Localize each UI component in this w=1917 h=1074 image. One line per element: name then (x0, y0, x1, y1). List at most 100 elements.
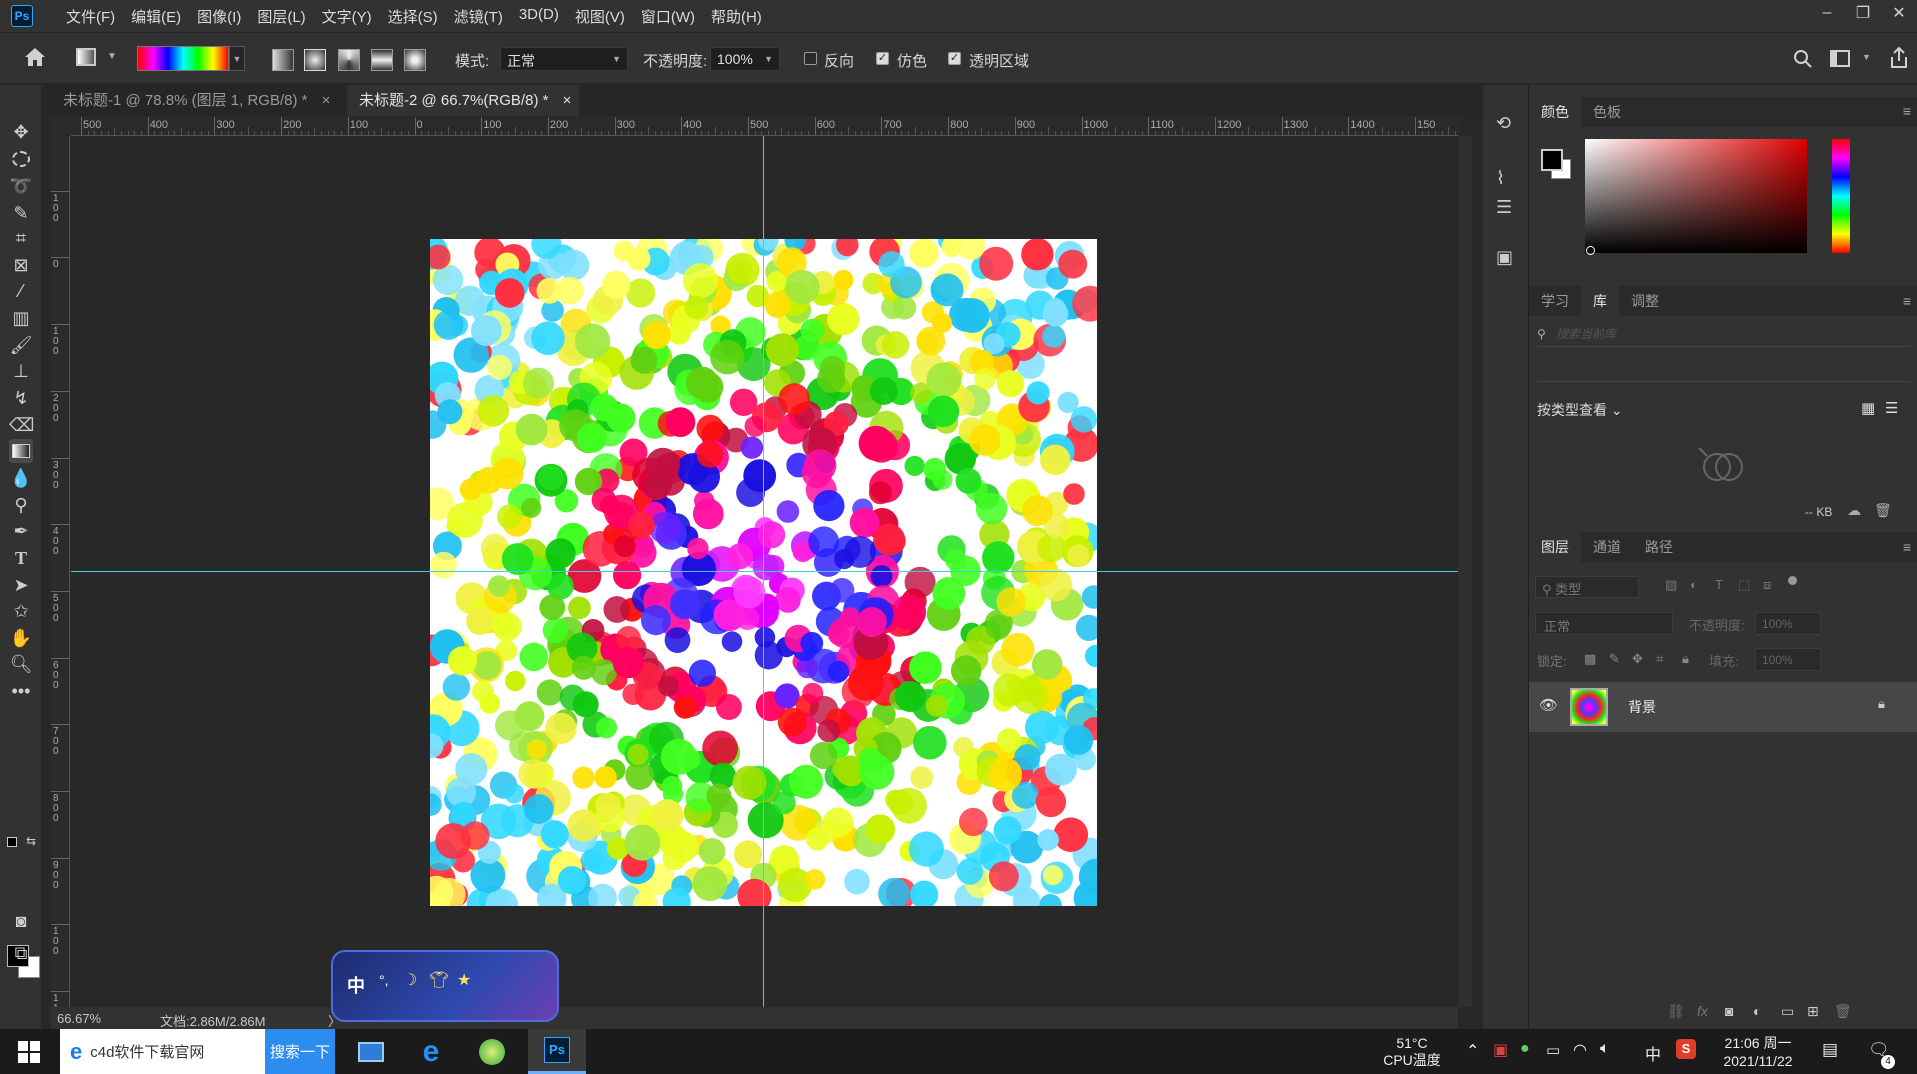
menu-image[interactable]: 图像(I) (189, 6, 249, 27)
wifi-icon[interactable]: ◠ (1573, 1040, 1587, 1060)
tab-paths[interactable]: 路径 (1633, 532, 1685, 562)
path-select-tool-icon[interactable]: ➤ (9, 573, 33, 597)
filter-pixel-icon[interactable]: ▨ (1665, 577, 1677, 593)
notes-icon[interactable]: ▤ (1822, 1040, 1838, 1060)
trash-icon[interactable]: 🗑 (1874, 502, 1892, 519)
tab-adjustments[interactable]: 调整 (1619, 286, 1671, 316)
screen-mode-icon[interactable]: ⧉ (9, 941, 33, 965)
menu-3d[interactable]: 3D(D) (511, 6, 567, 27)
tray-app-icon[interactable]: ▣ (1493, 1040, 1508, 1060)
library-select[interactable] (1537, 362, 1910, 382)
gradient-tool-icon[interactable] (9, 439, 33, 463)
search-button[interactable]: 搜索一下 (265, 1029, 335, 1074)
list-view-icon[interactable]: ☰ (1885, 399, 1898, 417)
tab-doc-2[interactable]: 未标题-2 @ 66.7%(RGB/8) * × (347, 85, 579, 116)
tab-libraries[interactable]: 库 (1581, 286, 1619, 316)
ime-toolbar[interactable]: 中 °, ☽ 👕︎ ★ (331, 950, 559, 1022)
panel-menu-icon[interactable]: ≡ (1903, 293, 1911, 309)
menu-file[interactable]: 文件(F) (58, 6, 123, 27)
quick-select-tool-icon[interactable]: ✎ (9, 201, 33, 225)
browser-search-box[interactable]: e c4d软件下载官网 (60, 1029, 265, 1074)
taskbar-app-icon[interactable] (345, 1029, 397, 1074)
filter-shape-icon[interactable]: ⬚ (1738, 577, 1750, 593)
tab-color[interactable]: 颜色 (1529, 97, 1581, 127)
lock-all-icon[interactable]: 🔒︎ (1682, 651, 1689, 667)
type-tool-icon[interactable]: T (9, 546, 33, 570)
diamond-gradient-icon[interactable] (404, 49, 426, 71)
blur-tool-icon[interactable]: 💧 (9, 466, 33, 490)
dodge-tool-icon[interactable]: ⚲ (9, 493, 33, 517)
crop-tool-icon[interactable]: ⌗ (9, 226, 33, 250)
lasso-tool-icon[interactable]: ➰ (9, 174, 33, 198)
horizontal-guide[interactable] (71, 571, 1458, 572)
opacity-input[interactable]: 100% ▼ (710, 47, 780, 71)
reverse-checkbox[interactable] (804, 52, 817, 65)
edge-icon[interactable]: e (405, 1029, 457, 1074)
workspace-icon[interactable] (1830, 50, 1850, 67)
library-search[interactable]: ⚲ 搜索当前库 (1537, 325, 1910, 347)
vertical-guide[interactable] (763, 136, 764, 1007)
angle-gradient-icon[interactable] (338, 49, 360, 71)
marquee-tool-icon[interactable] (9, 147, 33, 171)
dither-checkbox[interactable]: ✓ (876, 52, 889, 65)
stamp-tool-icon[interactable]: ⊥ (9, 359, 33, 383)
eraser-tool-icon[interactable]: ⌫ (9, 413, 34, 437)
healing-brush-tool-icon[interactable]: ▥ (9, 306, 33, 330)
layer-filter-select[interactable]: ⚲ 类型 (1535, 576, 1639, 598)
clock[interactable]: 21:06 周一 2021/11/22 (1710, 1034, 1806, 1070)
menu-view[interactable]: 视图(V) (567, 6, 633, 27)
panel-menu-icon[interactable]: ≡ (1903, 103, 1911, 119)
foreground-color-swatch[interactable] (1541, 149, 1563, 171)
panel-menu-icon[interactable]: ≡ (1903, 539, 1911, 555)
close-icon[interactable]: × (322, 92, 331, 109)
eyedropper-tool-icon[interactable]: ⁄ (9, 279, 33, 303)
filter-toggle-icon[interactable] (1788, 576, 1797, 585)
view-by-type[interactable]: 按类型查看 ⌄ (1537, 400, 1623, 420)
tab-learn[interactable]: 学习 (1529, 286, 1581, 316)
gradient-dropdown[interactable]: ▼ (229, 46, 245, 71)
tool-preset-icon[interactable] (76, 48, 96, 66)
delete-layer-icon[interactable]: 🗑 (1834, 1003, 1852, 1020)
filter-type-icon[interactable]: T (1715, 577, 1723, 592)
history-brush-tool-icon[interactable]: ↯ (9, 386, 33, 410)
gradient-picker[interactable] (137, 46, 229, 71)
layer-effects-button[interactable]: fx (1697, 1003, 1708, 1019)
brush-settings-icon[interactable]: ⌇ (1496, 168, 1505, 189)
moon-icon[interactable]: ☽ (403, 970, 417, 990)
lock-transparent-icon[interactable]: ▩ (1584, 651, 1596, 667)
volume-icon[interactable]: 🔈︎ (1600, 1040, 1610, 1058)
tray-chevron-icon[interactable]: ⌃ (1466, 1041, 1479, 1061)
canvas-area[interactable] (71, 136, 1458, 1007)
move-tool-icon[interactable]: ✥ (9, 120, 33, 144)
tab-doc-1[interactable]: 未标题-1 @ 78.8% (图层 1, RGB/8) * × (51, 85, 343, 116)
vertical-scrollbar[interactable] (1458, 136, 1472, 1007)
share-icon[interactable] (1888, 46, 1910, 74)
adjustments-icon[interactable]: ☰ (1496, 197, 1512, 218)
ime-indicator[interactable]: 中 (1645, 1041, 1661, 1065)
more-tools-icon[interactable]: ••• (9, 679, 33, 703)
minimize-button[interactable]: – (1809, 0, 1845, 26)
layer-name[interactable]: 背景 (1628, 697, 1656, 717)
zoom-tool-icon[interactable]: 🔍︎ (9, 652, 33, 676)
layer-row[interactable]: 👁︎ 背景 🔒︎ (1529, 682, 1917, 732)
lock-paint-icon[interactable]: ✎ (1609, 651, 1620, 667)
close-icon[interactable]: × (563, 92, 572, 109)
browser-360-icon[interactable] (466, 1029, 518, 1074)
chevron-down-icon[interactable]: ▼ (1862, 52, 1871, 62)
ime-mode-label[interactable]: 中 (347, 972, 365, 998)
photoshop-taskbar-icon[interactable]: Ps (528, 1029, 586, 1074)
tray-security-icon[interactable]: ● (1520, 1040, 1530, 1058)
home-icon[interactable] (22, 45, 48, 69)
tab-swatches[interactable]: 色板 (1581, 97, 1633, 127)
swap-colors-icon[interactable]: ⇆ (26, 834, 36, 848)
fill-input[interactable]: 100% (1755, 648, 1821, 671)
menu-help[interactable]: 帮助(H) (703, 6, 770, 27)
reflected-gradient-icon[interactable] (371, 49, 393, 71)
battery-icon[interactable]: ▭ (1546, 1041, 1560, 1059)
default-colors-icon[interactable] (7, 837, 17, 847)
add-mask-icon[interactable]: ◙ (1725, 1003, 1733, 1019)
adjustment-layer-icon[interactable]: ◐ (1753, 1003, 1761, 1019)
menu-filter[interactable]: 滤镜(T) (446, 6, 511, 27)
color-picker-cursor[interactable] (1586, 246, 1595, 255)
transparency-checkbox[interactable]: ✓ (948, 52, 961, 65)
